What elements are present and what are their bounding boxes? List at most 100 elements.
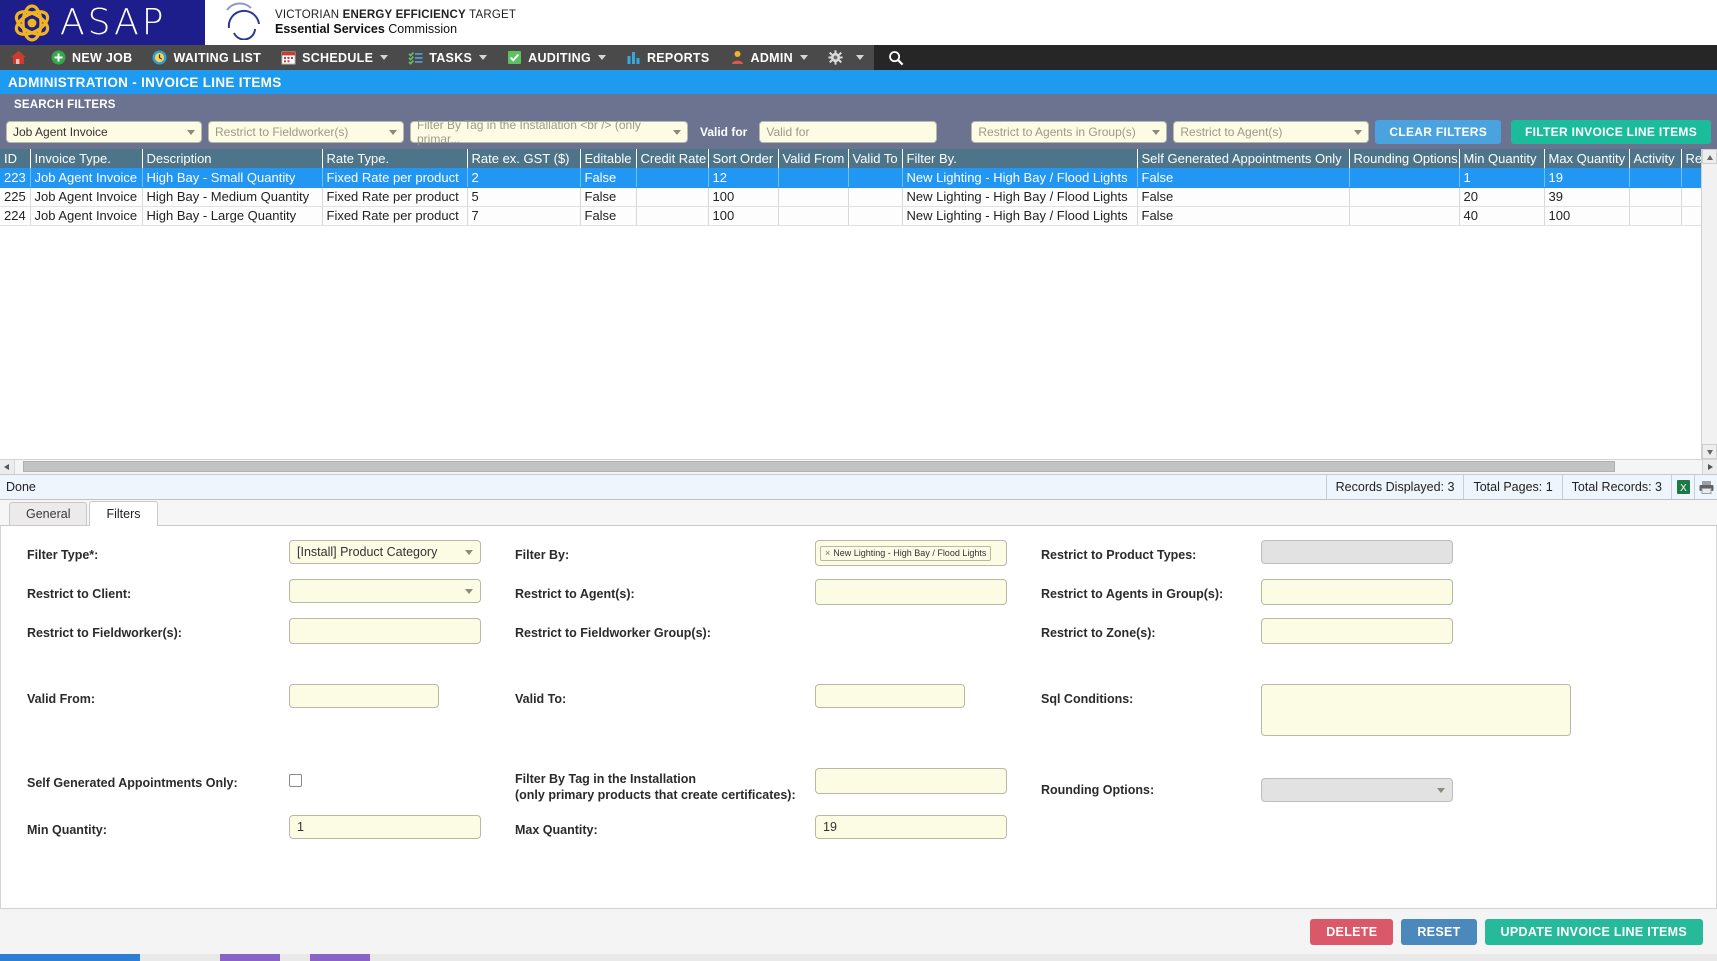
grid-column-header[interactable]: Description: [142, 149, 322, 168]
max-quantity-value: 19: [823, 820, 837, 834]
nav-item-new-job[interactable]: NEW JOB: [41, 45, 142, 70]
restrict-agents-group-select[interactable]: Restrict to Agents in Group(s): [971, 121, 1167, 143]
rounding-options-select[interactable]: [1261, 778, 1453, 802]
restrict-zone-input[interactable]: [1261, 618, 1453, 644]
restrict-agents-group-input[interactable]: [1261, 579, 1453, 605]
grid-column-header[interactable]: Sort Order: [708, 149, 778, 168]
table-row[interactable]: 225Job Agent InvoiceHigh Bay - Medium Qu…: [0, 187, 1705, 206]
grid-column-header[interactable]: Min Quantity: [1459, 149, 1544, 168]
valid-for-input[interactable]: Valid for: [759, 121, 937, 143]
grid-column-header[interactable]: Editable: [580, 149, 636, 168]
printer-icon[interactable]: [1694, 475, 1717, 499]
valid-from-input[interactable]: [289, 684, 439, 708]
grid-vertical-scrollbar[interactable]: [1701, 149, 1717, 459]
update-invoice-line-items-button[interactable]: UPDATE INVOICE LINE ITEMS: [1485, 919, 1703, 945]
grid-column-header[interactable]: Invoice Type.: [30, 149, 142, 168]
nav-label-auditing: AUDITING: [528, 51, 591, 65]
delete-button[interactable]: DELETE: [1310, 919, 1393, 945]
asap-logo[interactable]: ASAP: [0, 0, 205, 45]
veet-line2-pre: Essential Services: [275, 22, 385, 36]
nav-item-auditing[interactable]: AUDITING: [497, 45, 616, 70]
restrict-agents-input[interactable]: [815, 579, 1007, 605]
grid-column-header[interactable]: Credit Rate: [636, 149, 708, 168]
scroll-up-button[interactable]: [1702, 149, 1717, 164]
self-generated-checkbox[interactable]: [289, 774, 302, 787]
sql-conditions-textarea[interactable]: [1261, 684, 1571, 736]
taskbar-item-3[interactable]: [310, 954, 370, 961]
min-quantity-input[interactable]: 1: [289, 815, 481, 839]
excel-export-icon[interactable]: X: [1671, 475, 1694, 499]
table-cell: [778, 168, 848, 187]
table-cell: Fixed Rate per product: [322, 168, 467, 187]
table-cell: [1349, 168, 1459, 187]
table-cell: High Bay - Small Quantity: [142, 168, 322, 187]
chip-remove-icon[interactable]: ×: [825, 547, 830, 560]
hscroll-thumb[interactable]: [23, 461, 1615, 472]
grid-column-header[interactable]: Valid To: [848, 149, 902, 168]
table-row[interactable]: 224Job Agent InvoiceHigh Bay - Large Qua…: [0, 206, 1705, 225]
table-cell: High Bay - Large Quantity: [142, 206, 322, 225]
filter-invoice-line-items-button[interactable]: FILTER INVOICE LINE ITEMS: [1511, 120, 1711, 144]
scroll-down-button[interactable]: [1702, 444, 1717, 459]
chevron-down-icon-agents-group: [1152, 130, 1160, 135]
filter-type-label: Filter Type*:: [27, 540, 289, 563]
chevron-down-icon-auditing[interactable]: [598, 55, 606, 60]
nav-item-home[interactable]: [0, 45, 41, 70]
table-row[interactable]: 223Job Agent InvoiceHigh Bay - Small Qua…: [0, 168, 1705, 187]
reset-button[interactable]: RESET: [1401, 919, 1476, 945]
filter-by-tokens[interactable]: × New Lighting - High Bay / Flood Lights: [815, 540, 1007, 566]
chevron-down-icon-admin[interactable]: [800, 55, 808, 60]
restrict-agents-group-placeholder: Restrict to Agents in Group(s): [978, 125, 1135, 139]
nav-item-settings[interactable]: [818, 45, 874, 70]
chevron-down-icon-settings[interactable]: [856, 55, 864, 60]
search-icon[interactable]: [888, 50, 903, 65]
nav-item-schedule[interactable]: SCHEDULE: [271, 45, 398, 70]
clear-filters-button[interactable]: CLEAR FILTERS: [1375, 120, 1501, 144]
table-cell: [848, 168, 902, 187]
invoice-type-select[interactable]: Job Agent Invoice: [6, 121, 202, 143]
nav-item-tasks[interactable]: TASKS: [398, 45, 497, 70]
veet-text: VICTORIAN ENERGY EFFICIENCY TARGET Essen…: [275, 9, 516, 37]
scroll-right-button[interactable]: [1702, 460, 1717, 474]
filter-by-tag-select[interactable]: Filter By Tag in the Installation <br />…: [410, 121, 688, 143]
tag-input[interactable]: [815, 768, 1007, 794]
grid-column-header[interactable]: Activity: [1629, 149, 1681, 168]
valid-to-input[interactable]: [815, 684, 965, 708]
grid-column-header[interactable]: ID: [0, 149, 30, 168]
grid-horizontal-scrollbar[interactable]: [0, 459, 1717, 474]
restrict-fieldworker-select[interactable]: Restrict to Fieldworker(s): [208, 121, 404, 143]
restrict-product-types-input[interactable]: [1261, 540, 1453, 564]
table-cell: False: [580, 206, 636, 225]
chevron-down-icon-tasks[interactable]: [479, 55, 487, 60]
nav-item-waiting-list[interactable]: WAITING LIST: [142, 45, 271, 70]
nav-item-reports[interactable]: REPORTS: [616, 45, 720, 70]
grid-column-header[interactable]: Filter By.: [902, 149, 1137, 168]
table-cell: 2: [467, 168, 580, 187]
grid-column-header[interactable]: Rounding Options.: [1349, 149, 1459, 168]
taskbar-item-2[interactable]: [220, 954, 280, 961]
tab-general[interactable]: General: [9, 502, 87, 525]
table-cell: New Lighting - High Bay / Flood Lights: [902, 187, 1137, 206]
restrict-client-select[interactable]: [289, 579, 481, 603]
chevron-down-icon-schedule[interactable]: [380, 55, 388, 60]
table-cell: [636, 168, 708, 187]
tab-filters[interactable]: Filters: [89, 501, 157, 526]
hscroll-track[interactable]: [15, 460, 1702, 474]
grid-column-header[interactable]: Rate Type.: [322, 149, 467, 168]
filter-by-chip[interactable]: × New Lighting - High Bay / Flood Lights: [820, 546, 991, 561]
taskbar-item-1[interactable]: [0, 954, 140, 961]
form-action-footer: DELETE RESET UPDATE INVOICE LINE ITEMS: [0, 908, 1717, 954]
nav-item-admin[interactable]: ADMIN: [720, 45, 818, 70]
grid-column-header[interactable]: Self Generated Appointments Only: [1137, 149, 1349, 168]
scroll-left-button[interactable]: [0, 460, 15, 474]
global-search[interactable]: [874, 45, 923, 70]
filter-type-select[interactable]: [Install] Product Category: [289, 540, 481, 564]
grid-column-header[interactable]: Valid From: [778, 149, 848, 168]
restrict-fieldworkers-input[interactable]: [289, 618, 481, 644]
table-cell: 19: [1544, 168, 1629, 187]
grid-column-header[interactable]: Rate ex. GST ($): [467, 149, 580, 168]
max-quantity-input[interactable]: 19: [815, 815, 1007, 839]
veet-line1-pre: VICTORIAN: [275, 9, 343, 21]
grid-column-header[interactable]: Max Quantity: [1544, 149, 1629, 168]
restrict-agent-select[interactable]: Restrict to Agent(s): [1173, 121, 1369, 143]
